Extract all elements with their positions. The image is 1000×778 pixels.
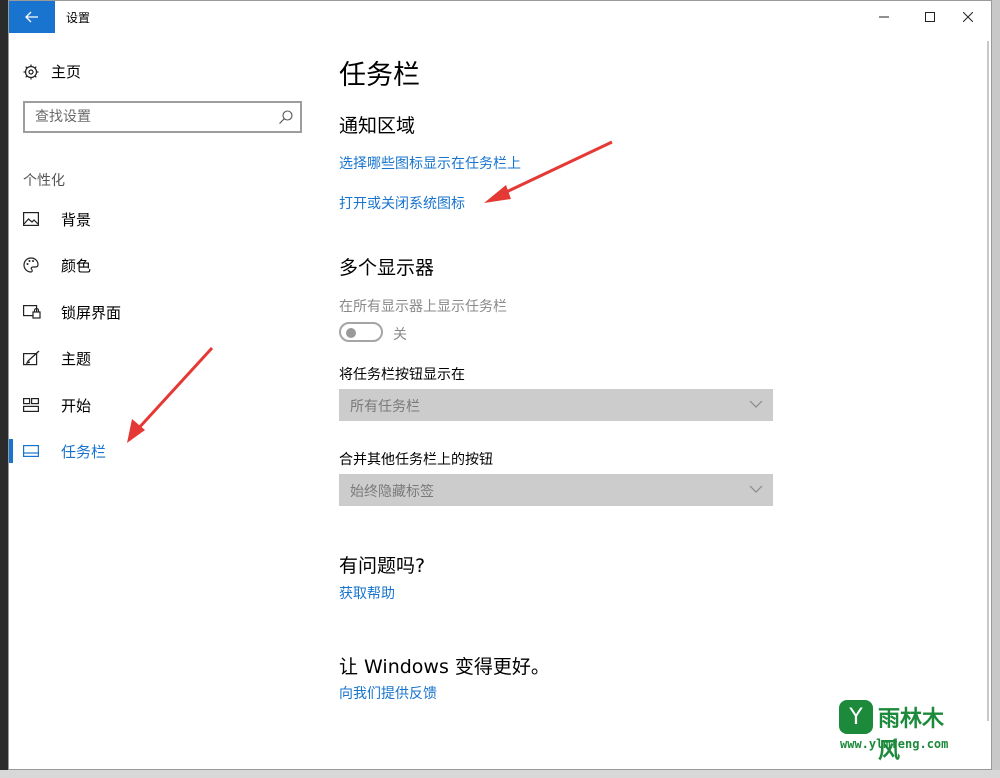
show-buttons-label: 将任务栏按钮显示在 [339,367,465,383]
show-buttons-value: 所有任务栏 [350,399,420,415]
section-label-personalization: 个性化 [23,173,65,189]
help-heading: 有问题吗? [339,555,426,577]
show-on-all-displays-label: 在所有显示器上显示任务栏 [339,299,507,315]
active-indicator [9,439,13,463]
watermark: Y 雨林木风 www.ylmfeng.com [836,697,958,764]
search-box [23,101,302,133]
system-icons-link[interactable]: 打开或关闭系统图标 [339,193,465,213]
minimize-icon [879,16,889,18]
settings-window: 设置 主页 个性化 背景 颜色 锁屏界面 [8,0,992,770]
scrollbar[interactable] [987,41,989,721]
taskbar-icon [23,445,39,457]
watermark-brand: 雨林木风 [878,707,945,764]
notification-area-heading: 通知区域 [339,115,416,137]
show-on-all-displays-toggle[interactable] [339,322,383,342]
close-icon [963,12,973,22]
watermark-logo-icon: Y [839,700,873,734]
sidebar-item-colors[interactable]: 颜色 [9,245,309,285]
background-strip-right [992,0,1000,778]
start-icon [23,398,39,412]
show-buttons-dropdown[interactable]: 所有任务栏 [339,389,773,421]
sidebar-item-label: 背景 [61,210,92,229]
lock-screen-icon [23,305,41,319]
select-taskbar-icons-link[interactable]: 选择哪些图标显示在任务栏上 [339,153,521,173]
palette-icon [23,257,39,273]
sidebar-item-lock-screen[interactable]: 锁屏界面 [9,292,309,332]
chevron-down-icon [749,400,763,408]
combine-buttons-value: 始终隐藏标签 [350,484,434,500]
main-content: 任务栏 通知区域 选择哪些图标显示在任务栏上 打开或关闭系统图标 多个显示器 在… [339,33,979,770]
sidebar-item-label: 开始 [61,396,92,415]
maximize-icon [925,12,935,22]
sidebar-item-label: 主题 [61,349,92,368]
combine-buttons-label: 合并其他任务栏上的按钮 [339,452,493,468]
get-help-link[interactable]: 获取帮助 [339,583,395,603]
window-title: 设置 [66,11,91,25]
back-button[interactable] [9,1,55,33]
combine-buttons-dropdown[interactable]: 始终隐藏标签 [339,474,773,506]
give-feedback-link[interactable]: 向我们提供反馈 [339,683,437,703]
page-title: 任务栏 [339,60,420,91]
sidebar: 主页 个性化 背景 颜色 锁屏界面 主题 开始 [9,33,319,770]
sidebar-item-start[interactable]: 开始 [9,385,309,425]
sidebar-item-label: 任务栏 [61,442,107,461]
sidebar-item-themes[interactable]: 主题 [9,338,309,378]
arrow-left-icon [25,11,38,23]
search-icon[interactable] [278,109,294,125]
home-nav-item[interactable]: 主页 [23,61,81,82]
theme-icon [23,350,40,366]
background-strip-bottom [0,770,1000,778]
sidebar-item-label: 颜色 [61,256,92,275]
search-input[interactable] [25,103,265,131]
watermark-url: www.ylmfeng.com [840,737,949,751]
minimize-button[interactable] [861,1,907,33]
feedback-heading: 让 Windows 变得更好。 [339,656,550,678]
sidebar-item-background[interactable]: 背景 [9,199,309,239]
picture-icon [23,212,39,226]
toggle-state-label: 关 [393,327,407,343]
multi-display-heading: 多个显示器 [339,257,435,279]
close-button[interactable] [945,1,991,33]
home-label: 主页 [51,63,82,81]
chevron-down-icon [749,485,763,493]
gear-icon [23,64,39,79]
title-bar: 设置 [9,1,991,33]
sidebar-item-label: 锁屏界面 [61,303,122,322]
sidebar-item-taskbar[interactable]: 任务栏 [9,431,309,471]
toggle-knob [346,328,356,338]
